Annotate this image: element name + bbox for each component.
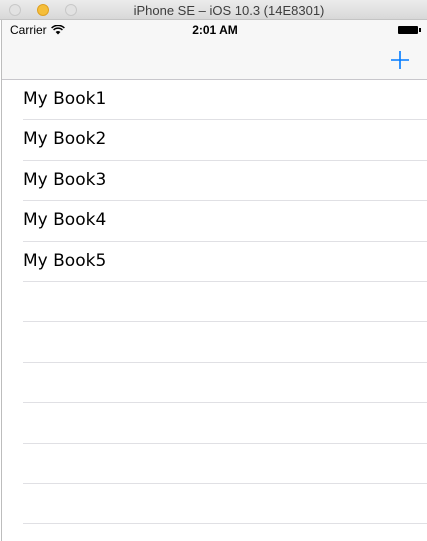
table-row-empty — [2, 444, 427, 484]
table-row-empty — [2, 403, 427, 444]
status-bar: Carrier 2:01 AM — [2, 20, 427, 40]
plus-icon — [391, 51, 409, 69]
device-screen: Carrier 2:01 AM My Book1 My Book2 My Boo… — [1, 20, 427, 541]
book-table: My Book1 My Book2 My Book3 My Book4 My B… — [2, 80, 427, 525]
window-minimize-button[interactable] — [37, 4, 49, 16]
book-title: My Book1 — [23, 89, 107, 109]
window-title: iPhone SE – iOS 10.3 (14E8301) — [133, 3, 325, 18]
book-title: My Book5 — [23, 250, 107, 271]
book-title: My Book4 — [23, 210, 107, 231]
table-row-empty — [2, 282, 427, 323]
add-book-button[interactable] — [386, 46, 414, 74]
table-row[interactable]: My Book1 — [2, 80, 427, 121]
book-title: My Book3 — [23, 169, 107, 190]
row-separator — [23, 523, 427, 525]
table-row-empty — [2, 484, 427, 525]
table-row-empty — [2, 322, 427, 363]
table-row[interactable]: My Book2 — [2, 120, 427, 161]
table-row[interactable]: My Book3 — [2, 161, 427, 202]
simulator-title-bar: iPhone SE – iOS 10.3 (14E8301) — [0, 0, 427, 20]
table-row[interactable]: My Book4 — [2, 201, 427, 242]
battery-icon — [398, 26, 421, 34]
book-title: My Book2 — [23, 129, 107, 150]
window-zoom-button[interactable] — [65, 4, 77, 16]
window-close-button[interactable] — [9, 4, 21, 16]
table-row[interactable]: My Book5 — [2, 242, 427, 282]
table-row-empty — [2, 363, 427, 404]
status-time: 2:01 AM — [192, 23, 238, 37]
navigation-bar — [2, 40, 427, 80]
